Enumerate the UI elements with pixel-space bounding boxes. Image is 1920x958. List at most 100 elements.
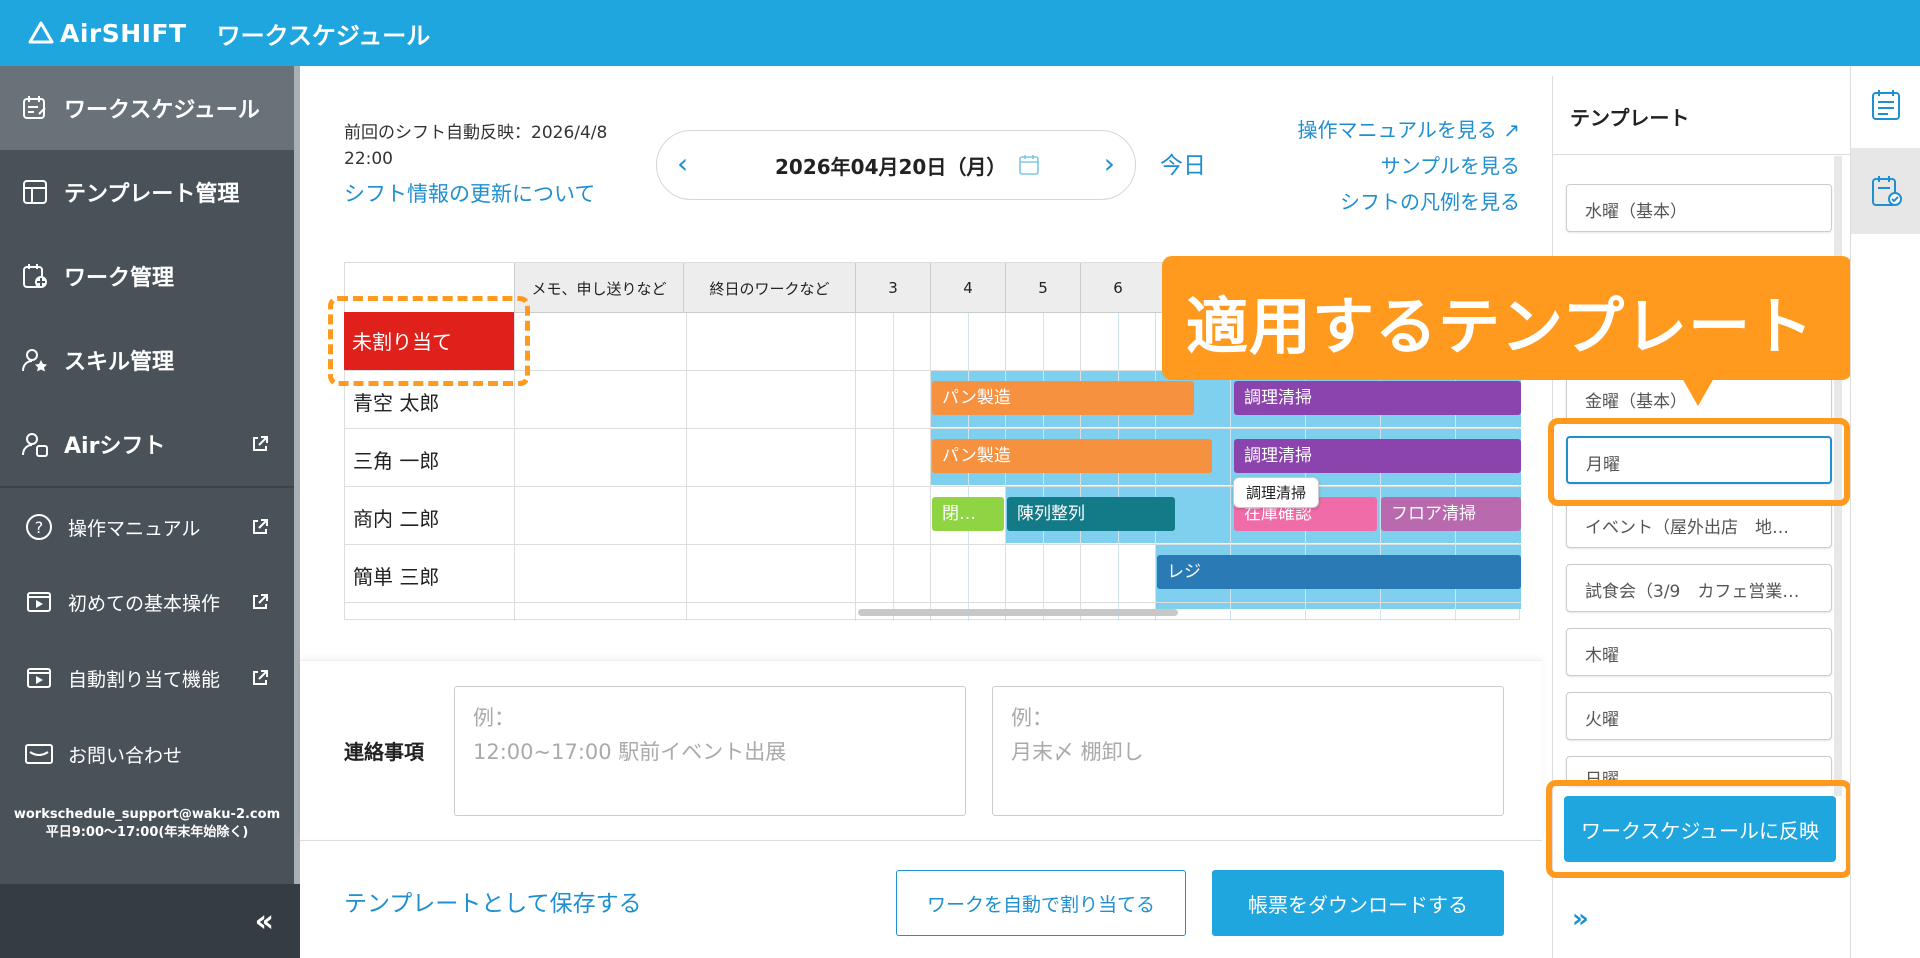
expand-panel-icon[interactable]: » [1572, 904, 1589, 934]
manual-link-label: 操作マニュアルを見る [1297, 118, 1497, 142]
staff-name: 簡単 三郎 [353, 565, 440, 589]
chevron-left-icon[interactable]: ‹ [677, 147, 688, 180]
calendar-icon[interactable] [1017, 153, 1041, 177]
sidebar-item-label: 初めての基本操作 [68, 592, 221, 615]
last-reflect-label: 前回のシフト自動反映：2026/4/8 [344, 123, 608, 143]
sidebar-item-template-management[interactable]: テンプレート管理 [0, 150, 294, 234]
callout-tail [1682, 378, 1714, 406]
last-auto-reflect: 前回のシフト自動反映：2026/4/8 22:00 [344, 120, 644, 172]
download-report-button[interactable]: 帳票をダウンロードする [1212, 870, 1504, 936]
support-hours: 平日9:00〜17:00(年末年始除く) [45, 825, 249, 840]
app-header: AirSHIFT ワークスケジュール [0, 0, 1920, 66]
video-icon [24, 587, 54, 617]
horizontal-scrollbar[interactable] [858, 609, 1178, 616]
hour-header: 3 [855, 263, 930, 313]
sidebar-item-auto-assign[interactable]: 自動割り当て機能 [0, 640, 294, 716]
sidebar-item-manual[interactable]: ? 操作マニュアル [0, 490, 294, 564]
date-navigator: ‹ 2026年04月20日（月） › [656, 130, 1136, 200]
task-closing[interactable]: 閉… [932, 497, 1004, 531]
last-reflect-time: 22:00 [344, 149, 393, 169]
sidebar-item-label: スキル管理 [64, 350, 175, 375]
sidebar-item-label: ワークスケジュール [64, 98, 260, 123]
notes-input-1[interactable]: 例： 12:00~17:00 駅前イベント出展 [454, 686, 966, 816]
task-display-arrange[interactable]: 陳列整列 [1007, 497, 1175, 531]
external-link-icon [253, 594, 268, 609]
logo-text: AirSHIFT [60, 18, 187, 48]
work-add-icon [20, 261, 50, 291]
task-bread-making[interactable]: パン製造 [932, 439, 1212, 473]
col-memo-header: メモ、申し送りなど [514, 263, 683, 313]
unassigned-highlight [328, 296, 530, 386]
col-allday-header: 終日のワークなど [683, 263, 855, 313]
task-kitchen-cleaning[interactable]: 調理清掃 [1234, 439, 1521, 473]
task-tooltip: 調理清掃 [1233, 477, 1320, 508]
hour-header: 6 [1080, 263, 1155, 313]
app-title: ワークスケジュール [216, 21, 431, 50]
save-as-template-link[interactable]: テンプレートとして保存する [344, 884, 642, 918]
template-panel-divider [1552, 154, 1850, 155]
task-register[interactable]: レジ [1157, 555, 1521, 589]
memo-icon [1871, 90, 1900, 120]
sidebar-item-label: 自動割り当て機能 [68, 668, 221, 691]
mail-icon [24, 739, 54, 769]
skill-icon [20, 345, 50, 375]
external-link-icon: ↗ [1503, 118, 1520, 142]
template-item[interactable]: 試食会（3/9 カフェ営業… [1566, 564, 1832, 612]
template-item[interactable]: イベント（屋外出店 地… [1566, 500, 1832, 548]
sidebar-item-work-management[interactable]: ワーク管理 [0, 234, 294, 318]
sidebar-item-label: 操作マニュアル [68, 517, 201, 540]
template-icon [20, 177, 50, 207]
apply-button-highlight [1546, 780, 1852, 878]
sidebar-item-basic-operations[interactable]: 初めての基本操作 [0, 564, 294, 640]
collapse-sidebar-icon[interactable]: « [255, 904, 274, 939]
template-item[interactable]: 水曜（基本） [1566, 184, 1832, 232]
template-panel-title: テンプレート [1570, 106, 1690, 130]
today-button[interactable]: 今日 [1160, 146, 1206, 180]
help-links: 操作マニュアルを見る ↗ サンプルを見る シフトの凡例を見る [1297, 112, 1520, 220]
task-floor-cleaning[interactable]: フロア清掃 [1381, 497, 1521, 531]
chevron-right-icon[interactable]: › [1104, 147, 1115, 180]
staff-name: 三角 一郎 [353, 449, 440, 473]
video-icon [24, 663, 54, 693]
sidebar-item-contact[interactable]: お問い合わせ [0, 716, 294, 792]
sidebar-divider [0, 486, 294, 488]
external-link-icon [253, 670, 268, 685]
notes-input-2[interactable]: 例： 月末〆 棚卸し [992, 686, 1504, 816]
support-email: workschedule_support@waku-2.com [13, 807, 281, 822]
help-icon: ? [24, 512, 54, 542]
svg-text:?: ? [35, 518, 44, 537]
rail-memo-button[interactable] [1851, 62, 1920, 148]
auto-assign-button[interactable]: ワークを自動で割り当てる [896, 870, 1186, 936]
legend-link[interactable]: シフトの凡例を見る [1297, 184, 1520, 220]
staff-name: 青空 太郎 [353, 391, 440, 415]
selected-template-highlight [1548, 418, 1850, 506]
airshift-logo[interactable]: AirSHIFT [28, 19, 187, 48]
template-check-icon [1871, 176, 1902, 206]
hour-header: 5 [1005, 263, 1080, 313]
sidebar-item-work-schedule[interactable]: ワークスケジュール [0, 66, 294, 150]
hour-header: 4 [930, 263, 1005, 313]
task-kitchen-cleaning[interactable]: 調理清掃 [1234, 381, 1521, 415]
external-link-icon [253, 519, 268, 534]
sidebar-item-label: テンプレート管理 [64, 182, 240, 207]
sidebar-item-label: Airシフト [64, 434, 166, 459]
sidebar-item-label: お問い合わせ [68, 744, 183, 767]
sidebar-item-label: ワーク管理 [64, 266, 175, 291]
shift-update-info-link[interactable]: シフト情報の更新について [344, 178, 595, 208]
rail-template-button[interactable] [1851, 148, 1920, 234]
callout-apply-template: 適用するテンプレート [1162, 256, 1852, 380]
task-bread-making[interactable]: パン製造 [932, 381, 1194, 415]
airshift-icon [20, 429, 50, 459]
staff-name: 商内 二郎 [353, 507, 440, 531]
template-item[interactable]: 木曜 [1566, 628, 1832, 676]
sidebar-item-skill-management[interactable]: スキル管理 [0, 318, 294, 402]
current-date: 2026年04月20日（月） [775, 155, 1007, 179]
sidebar-item-airshift[interactable]: Airシフト [0, 402, 294, 486]
sample-link[interactable]: サンプルを見る [1297, 148, 1520, 184]
notes-label: 連絡事項 [344, 740, 424, 764]
manual-link[interactable]: 操作マニュアルを見る ↗ [1297, 112, 1520, 148]
template-item[interactable]: 火曜 [1566, 692, 1832, 740]
logo-triangle-icon [28, 21, 54, 44]
schedule-icon [20, 93, 50, 123]
sidebar: ワークスケジュール テンプレート管理 ワーク管理 スキル管理 Airシフト ? … [0, 66, 300, 958]
